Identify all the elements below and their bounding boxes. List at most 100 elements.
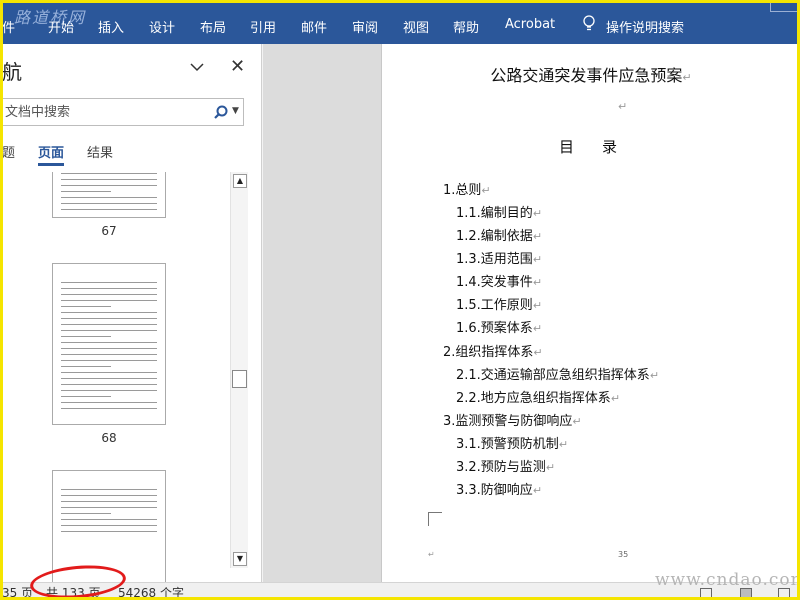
toc-entry[interactable]: 1.4.突发事件↵ — [456, 271, 542, 290]
page-thumbnail[interactable] — [52, 172, 166, 218]
thumbnail-text-line — [61, 402, 157, 403]
ribbon-tab[interactable]: Acrobat — [505, 17, 555, 32]
tab-headings[interactable]: 题 — [2, 142, 15, 161]
site-watermark: www.cndao.com — [655, 570, 800, 590]
page-thumbnail[interactable] — [52, 470, 166, 582]
ribbon-tabs: 路道桥网 件开始 插入 设计 布局 引用 邮件 审阅 视图 帮助 Acrobat 操作说明搜索 — [0, 0, 800, 44]
toc-entry[interactable]: 3.3.防御响应↵ — [456, 479, 542, 498]
thumbnail-text-line — [61, 330, 157, 331]
thumbnail-text-line — [61, 507, 157, 508]
tab-pages[interactable]: 页面 — [38, 142, 64, 161]
margin-marker — [428, 512, 442, 526]
toc-heading: 目录 — [558, 138, 645, 156]
thumbnail-text-line — [61, 408, 157, 409]
thumbnail-text-line — [61, 312, 157, 313]
thumbnail-text-line — [61, 396, 111, 397]
nav-pane-title: 导航 — [0, 60, 22, 84]
toc-entry[interactable]: 1.5.工作原则↵ — [456, 294, 542, 313]
close-icon[interactable]: ✕ — [230, 56, 245, 77]
paragraph-mark: ↵ — [428, 550, 435, 559]
toc-entry[interactable]: 1.3.适用范围↵ — [456, 248, 542, 267]
thumbnail-text-line — [61, 513, 111, 514]
toc-entry[interactable]: 1.2.编制依据↵ — [456, 225, 542, 244]
ribbon-tab[interactable]: 插入 — [98, 17, 124, 36]
paragraph-mark: ↵ — [618, 100, 628, 113]
toc-entry[interactable]: 1.6.预案体系↵ — [456, 317, 542, 336]
scroll-up-button[interactable]: ▲ — [233, 174, 247, 188]
toc-entry[interactable]: 2.1.交通运输部应急组织指挥体系↵ — [456, 364, 659, 383]
thumbnail-text-line — [61, 525, 157, 526]
thumbnail-text-line — [61, 342, 157, 343]
print-layout-icon[interactable] — [740, 588, 752, 598]
ribbon-tab[interactable]: 开始 — [48, 17, 74, 36]
thumbnail-text-line — [61, 294, 157, 295]
search-icon[interactable] — [213, 104, 229, 120]
thumbnail-text-line — [61, 318, 157, 319]
chevron-down-icon[interactable]: ▼ — [232, 106, 239, 116]
thumbnail-text-line — [61, 531, 157, 532]
thumbnail-text-line — [61, 306, 111, 307]
thumbnail-page-number: 67 — [101, 224, 117, 238]
toc-entry[interactable]: 3.监测预警与防御响应↵ — [443, 410, 582, 429]
thumbnail-text-line — [61, 179, 157, 180]
toc-entry[interactable]: 2.组织指挥体系↵ — [443, 341, 543, 360]
thumbnail-text-line — [61, 378, 157, 379]
thumbnail-text-line — [61, 360, 157, 361]
active-tab-indicator — [38, 163, 64, 166]
thumbnail-text-line — [61, 372, 157, 373]
thumbnail-text-line — [61, 366, 111, 367]
toc-entry[interactable]: 1.总则↵ — [443, 179, 491, 198]
page-number: 35 — [618, 550, 629, 559]
tell-me-search[interactable]: 操作说明搜索 — [606, 17, 684, 36]
ribbon-tab[interactable]: 布局 — [200, 17, 226, 36]
thumbnail-text-line — [61, 282, 157, 283]
thumbnail-text-line — [61, 336, 111, 337]
thumbnail-text-line — [61, 203, 157, 204]
toc-entry[interactable]: 2.2.地方应急组织指挥体系↵ — [456, 387, 620, 406]
thumbnail-text-line — [61, 209, 157, 210]
ribbon-tab[interactable]: 审阅 — [352, 17, 378, 36]
status-word-count[interactable]: 54268 个字 — [118, 584, 184, 600]
tab-results[interactable]: 结果 — [87, 142, 113, 161]
thumbnail-scrollbar[interactable]: ▲ ▼ — [230, 172, 248, 568]
thumbnail-text-line — [61, 300, 157, 301]
nav-search-input[interactable] — [1, 99, 201, 125]
read-mode-icon[interactable] — [700, 588, 712, 598]
thumbnail-text-line — [61, 324, 157, 325]
toc-entry[interactable]: 1.1.编制目的↵ — [456, 202, 542, 221]
ribbon-tab[interactable]: 视图 — [403, 17, 429, 36]
ribbon-corner — [770, 0, 798, 12]
thumbnail-text-line — [61, 519, 157, 520]
document-page[interactable]: 公路交通突发事件应急预案↵ ↵ 目录 1.总则↵ 1.1.编制目的↵ 1.2.编制依… — [381, 44, 800, 582]
thumbnail-text-line — [61, 495, 157, 496]
ribbon-tab[interactable]: 邮件 — [301, 17, 327, 36]
scroll-down-button[interactable]: ▼ — [233, 552, 247, 566]
navigation-pane: 导航 ✕ ▼ 题 页面 结果 67 68 ▲ ▼ — [0, 44, 262, 582]
thumbnail-text-line — [61, 185, 157, 186]
scroll-thumb[interactable] — [232, 370, 247, 388]
thumbnail-text-line — [61, 288, 157, 289]
ribbon-tab[interactable]: 件 — [2, 17, 15, 36]
thumbnail-text-line — [61, 354, 157, 355]
thumbnail-page-number: 68 — [101, 431, 117, 445]
lightbulb-icon — [583, 15, 595, 31]
ribbon-tab[interactable]: 引用 — [250, 17, 276, 36]
web-layout-icon[interactable] — [778, 588, 790, 598]
ribbon-tab[interactable]: 设计 — [149, 17, 175, 36]
thumbnail-text-line — [61, 501, 157, 502]
thumbnail-text-line — [61, 348, 157, 349]
chevron-down-icon[interactable] — [188, 58, 206, 76]
status-current-page[interactable]: 35 页 — [2, 584, 33, 600]
toc-entry[interactable]: 3.1.预警预防机制↵ — [456, 433, 568, 452]
thumbnail-text-line — [61, 197, 157, 198]
page-thumbnail[interactable] — [52, 263, 166, 425]
thumbnail-text-line — [61, 173, 157, 174]
nav-search-box: ▼ — [0, 98, 244, 126]
thumbnail-text-line — [61, 384, 157, 385]
document-title: 公路交通突发事件应急预案↵ — [490, 66, 692, 85]
toc-entry[interactable]: 3.2.预防与监测↵ — [456, 456, 555, 475]
thumbnail-text-line — [61, 390, 157, 391]
page-thumbnails: 67 68 — [0, 172, 230, 582]
thumbnail-text-line — [61, 489, 157, 490]
ribbon-tab[interactable]: 帮助 — [453, 17, 479, 36]
